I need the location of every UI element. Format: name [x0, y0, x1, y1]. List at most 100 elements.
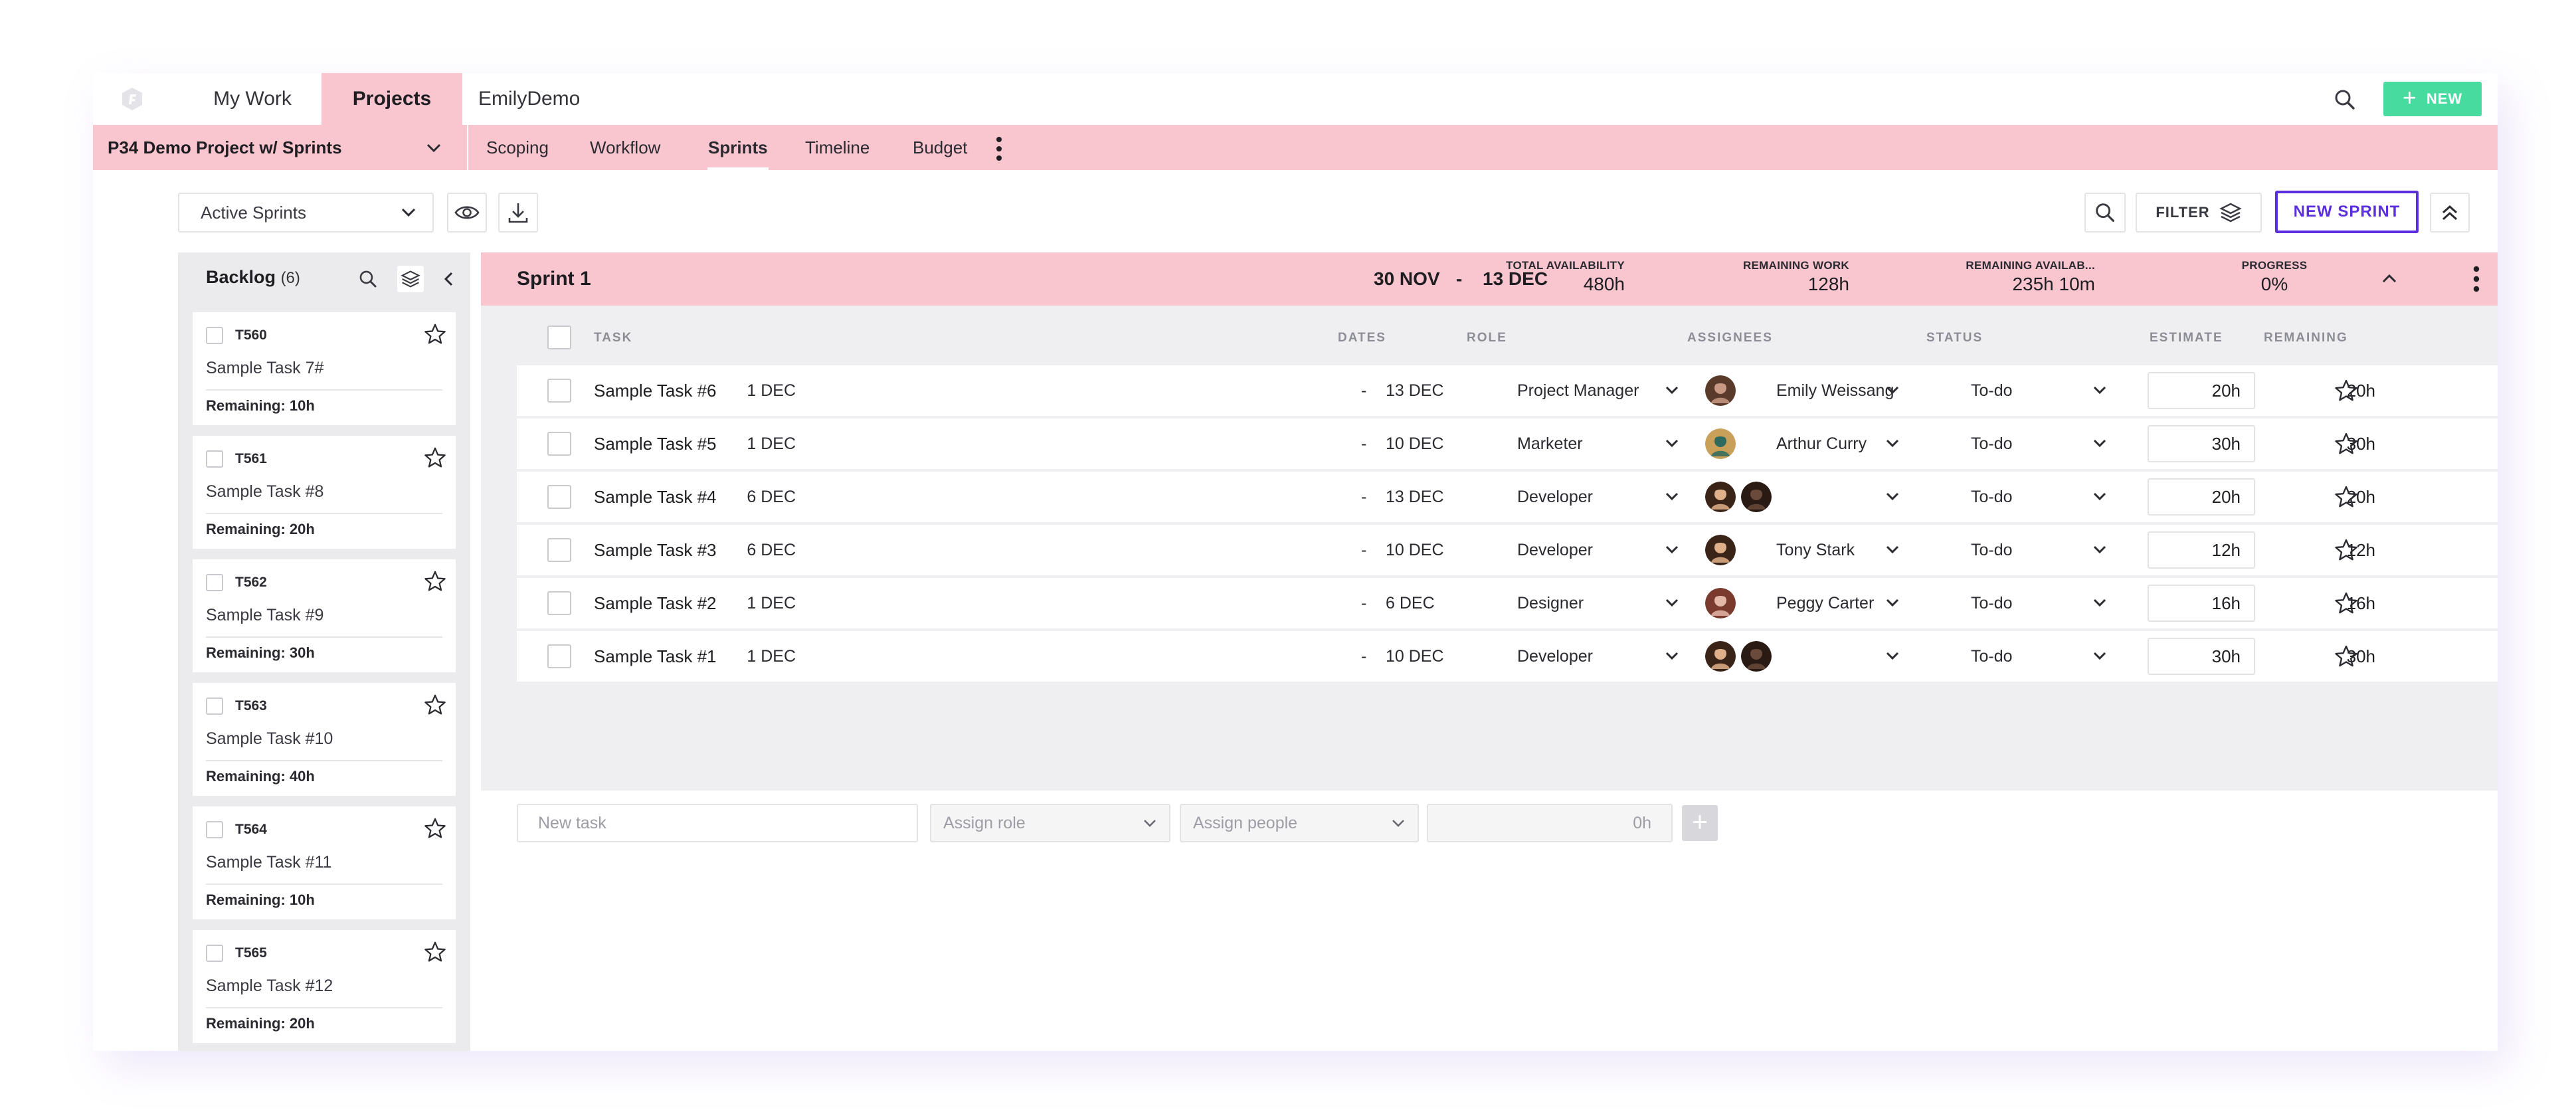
filter-button[interactable]: FILTER	[2136, 193, 2262, 233]
backlog-card[interactable]: T565 Sample Task #12 Remaining: 20h	[193, 930, 456, 1043]
row-checkbox[interactable]	[547, 432, 571, 456]
visibility-button[interactable]	[447, 193, 487, 233]
task-start-date[interactable]: 1 DEC	[747, 419, 796, 469]
avatar[interactable]	[1705, 535, 1736, 565]
task-role[interactable]: Developer	[1517, 472, 1593, 522]
more-vertical-icon[interactable]	[995, 136, 1003, 162]
new-task-hours-input[interactable]: 0h	[1427, 804, 1673, 842]
avatar[interactable]	[1705, 482, 1736, 512]
download-button[interactable]	[498, 193, 538, 233]
estimate-input[interactable]: 20h	[2148, 478, 2255, 515]
task-status[interactable]: To-do	[1971, 631, 2013, 682]
star-icon[interactable]	[424, 941, 446, 963]
chevron-down-icon[interactable]	[2091, 383, 2108, 399]
task-role[interactable]: Project Manager	[1517, 365, 1639, 416]
assign-people-dropdown[interactable]: Assign people	[1180, 804, 1419, 842]
avatar[interactable]	[1705, 375, 1736, 406]
chevron-down-icon[interactable]	[2091, 489, 2108, 505]
star-icon[interactable]	[424, 323, 446, 345]
task-status[interactable]: To-do	[1971, 525, 2013, 575]
task-end-date[interactable]: 13 DEC	[1386, 472, 1444, 522]
tab-sprints[interactable]: Sprints	[708, 125, 768, 170]
task-row[interactable]: Sample Task #5 1 DEC - 10 DEC Marketer A…	[517, 419, 2498, 469]
card-checkbox[interactable]	[206, 574, 223, 591]
chevron-down-icon[interactable]	[1884, 648, 1901, 664]
task-start-date[interactable]: 1 DEC	[747, 365, 796, 416]
backlog-card[interactable]: T564 Sample Task #11 Remaining: 10h	[193, 806, 456, 919]
collapse-all-button[interactable]	[2430, 193, 2470, 233]
row-checkbox[interactable]	[547, 591, 571, 615]
estimate-input[interactable]: 12h	[2148, 531, 2255, 569]
nav-tab-projects[interactable]: Projects	[322, 73, 462, 125]
task-assignee[interactable]: Tony Stark	[1776, 525, 1855, 575]
sprint-header[interactable]: Sprint 1 30 NOV - 13 DEC TOTAL AVAILABIL…	[481, 252, 2498, 306]
star-icon[interactable]	[2334, 644, 2358, 668]
task-row[interactable]: Sample Task #2 1 DEC - 6 DEC Designer Pe…	[517, 578, 2498, 628]
task-row[interactable]: Sample Task #6 1 DEC - 13 DEC Project Ma…	[517, 365, 2498, 416]
backlog-layers-button[interactable]	[397, 266, 424, 292]
star-icon[interactable]	[424, 570, 446, 593]
avatar[interactable]	[1741, 641, 1772, 672]
task-status[interactable]: To-do	[1971, 578, 2013, 628]
chevron-down-icon[interactable]	[2091, 542, 2108, 558]
avatar[interactable]	[1705, 641, 1736, 672]
assign-role-dropdown[interactable]: Assign role	[930, 804, 1170, 842]
star-icon[interactable]	[2334, 379, 2358, 403]
row-checkbox[interactable]	[547, 485, 571, 509]
row-checkbox[interactable]	[547, 644, 571, 668]
chevron-down-icon[interactable]	[1884, 542, 1901, 558]
backlog-card[interactable]: T562 Sample Task #9 Remaining: 30h	[193, 559, 456, 672]
task-end-date[interactable]: 6 DEC	[1386, 578, 1435, 628]
chevron-down-icon[interactable]	[1663, 542, 1681, 558]
task-name[interactable]: Sample Task #1	[594, 631, 717, 682]
task-assignee[interactable]: Peggy Carter	[1776, 578, 1874, 628]
tab-scoping[interactable]: Scoping	[486, 125, 549, 170]
chevron-down-icon[interactable]	[1663, 595, 1681, 611]
chevron-down-icon[interactable]	[1884, 595, 1901, 611]
chevron-down-icon[interactable]	[1663, 436, 1681, 452]
chevron-down-icon[interactable]	[2091, 595, 2108, 611]
task-name[interactable]: Sample Task #6	[594, 365, 717, 416]
star-icon[interactable]	[424, 446, 446, 469]
row-checkbox[interactable]	[547, 538, 571, 562]
task-end-date[interactable]: 10 DEC	[1386, 419, 1444, 469]
chevron-down-icon[interactable]	[1884, 436, 1901, 452]
task-name[interactable]: Sample Task #3	[594, 525, 717, 575]
task-start-date[interactable]: 6 DEC	[747, 472, 796, 522]
backlog-search-button[interactable]	[355, 266, 381, 292]
new-task-input[interactable]: New task	[517, 804, 918, 842]
star-icon[interactable]	[2334, 538, 2358, 562]
row-checkbox[interactable]	[547, 379, 571, 403]
tab-workflow[interactable]: Workflow	[590, 125, 660, 170]
task-assignee[interactable]: Emily Weissang	[1776, 365, 1894, 416]
task-name[interactable]: Sample Task #4	[594, 472, 717, 522]
estimate-input[interactable]: 20h	[2148, 372, 2255, 409]
task-role[interactable]: Developer	[1517, 631, 1593, 682]
nav-tab-emilydemo[interactable]: EmilyDemo	[478, 73, 585, 125]
task-status[interactable]: To-do	[1971, 365, 2013, 416]
card-checkbox[interactable]	[206, 450, 223, 468]
sprint-search-button[interactable]	[2084, 193, 2126, 233]
star-icon[interactable]	[2334, 591, 2358, 615]
nav-tab-my-work[interactable]: My Work	[186, 73, 319, 125]
star-icon[interactable]	[424, 694, 446, 716]
search-icon[interactable]	[2332, 86, 2358, 113]
backlog-card[interactable]: T561 Sample Task #8 Remaining: 20h	[193, 436, 456, 549]
star-icon[interactable]	[2334, 432, 2358, 456]
chevron-down-icon[interactable]	[1663, 648, 1681, 664]
task-row[interactable]: Sample Task #1 1 DEC - 10 DEC Developer …	[517, 631, 2498, 682]
avatar[interactable]	[1705, 428, 1736, 459]
select-all-checkbox[interactable]	[547, 326, 571, 349]
backlog-card[interactable]: T563 Sample Task #10 Remaining: 40h	[193, 683, 456, 796]
chevron-down-icon[interactable]	[1884, 383, 1901, 399]
tab-budget[interactable]: Budget	[913, 125, 967, 170]
task-assignee[interactable]: Arthur Curry	[1776, 419, 1867, 469]
task-role[interactable]: Designer	[1517, 578, 1584, 628]
task-row[interactable]: Sample Task #3 6 DEC - 10 DEC Developer …	[517, 525, 2498, 575]
task-start-date[interactable]: 1 DEC	[747, 578, 796, 628]
tab-timeline[interactable]: Timeline	[805, 125, 870, 170]
task-role[interactable]: Developer	[1517, 525, 1593, 575]
card-checkbox[interactable]	[206, 945, 223, 962]
star-icon[interactable]	[424, 817, 446, 840]
task-start-date[interactable]: 1 DEC	[747, 631, 796, 682]
